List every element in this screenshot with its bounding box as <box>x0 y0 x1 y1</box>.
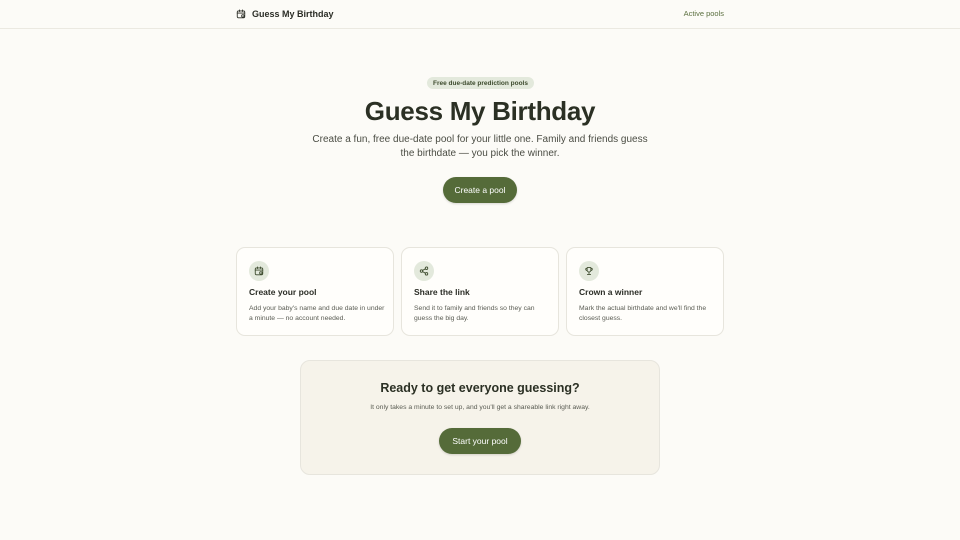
hero-title: Guess My Birthday <box>364 96 596 126</box>
calendar-icon <box>249 261 269 281</box>
create-pool-button[interactable]: Create a pool <box>443 177 517 203</box>
feature-card-winner: Crown a winner Mark the actual birthdate… <box>566 247 724 336</box>
share-icon <box>414 261 434 281</box>
hero-badge: Free due-date prediction pools <box>427 77 534 89</box>
brand-name: Guess My Birthday <box>252 9 334 19</box>
nav-active-pools[interactable]: Active pools <box>684 9 724 18</box>
hero-subtitle: Create a fun, free due-date pool for you… <box>312 134 648 159</box>
cta-panel <box>300 360 660 475</box>
feature-description: Send it to family and friends so they ca… <box>414 305 535 322</box>
feature-description: Add your baby's name and due date in und… <box>249 305 385 322</box>
feature-title: Create your pool <box>249 287 317 297</box>
start-pool-button[interactable]: Start your pool <box>439 428 521 454</box>
brand-link[interactable]: Guess My Birthday <box>236 7 334 21</box>
cta-subtitle: It only takes a minute to set up, and yo… <box>370 404 590 411</box>
calendar-icon <box>236 9 246 19</box>
feature-title: Crown a winner <box>579 287 643 297</box>
feature-card-share: Share the link Send it to family and fri… <box>401 247 559 336</box>
top-header: Guess My Birthday Active pools <box>0 0 960 29</box>
cta-title: Ready to get everyone guessing? <box>380 381 580 395</box>
feature-description: Mark the actual birthdate and we'll find… <box>579 305 707 322</box>
trophy-icon <box>579 261 599 281</box>
feature-card-create: Create your pool Add your baby's name an… <box>236 247 394 336</box>
feature-title: Share the link <box>414 287 470 297</box>
